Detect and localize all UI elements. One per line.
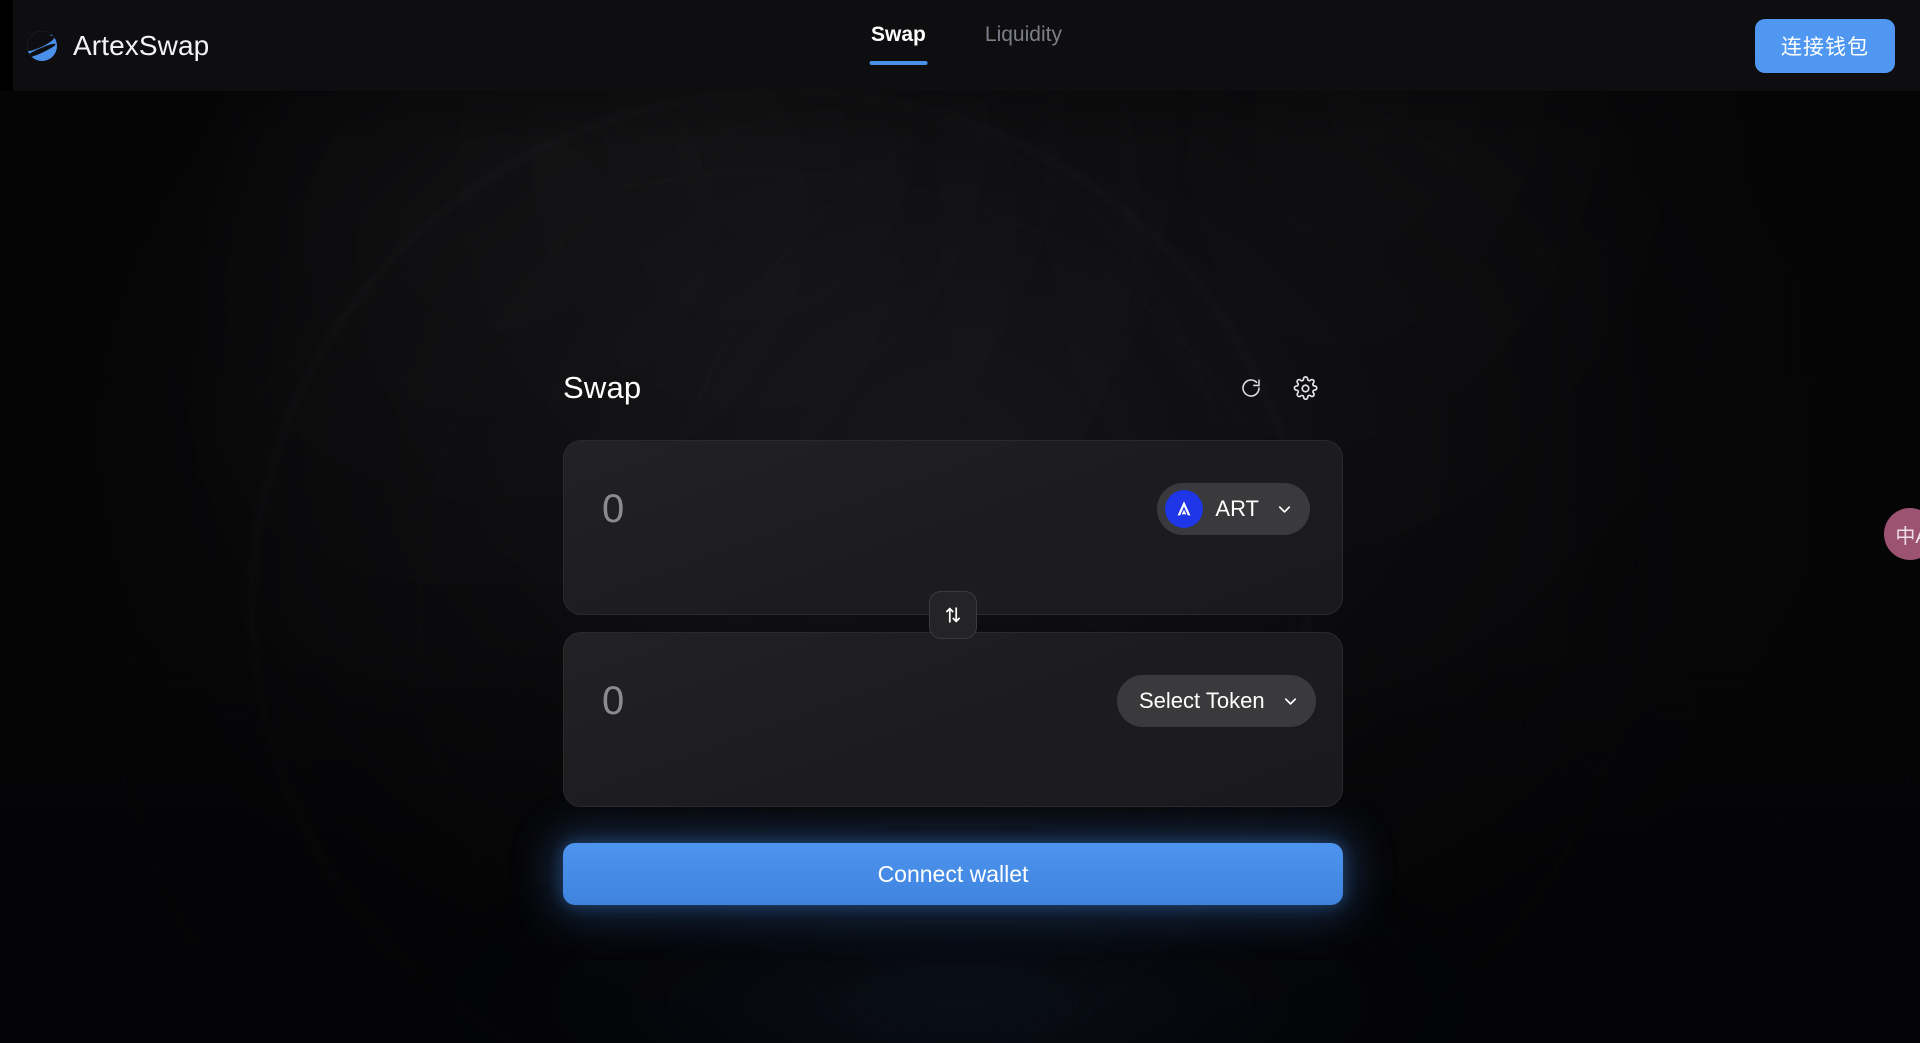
switch-tokens-button[interactable] — [929, 591, 977, 639]
swap-token-rows: ART Select Token — [563, 440, 1343, 807]
left-edge-gutter — [0, 0, 13, 91]
nav-tab-swap-label: Swap — [871, 22, 926, 46]
from-token-symbol: ART — [1215, 496, 1259, 521]
swap-panel-actions — [1237, 374, 1319, 402]
brand-name: ArtexSwap — [73, 29, 210, 61]
swap-from-row: ART — [563, 440, 1343, 615]
swap-vertical-arrows-icon — [945, 607, 961, 623]
settings-button[interactable] — [1291, 374, 1319, 402]
brand[interactable]: ArtexSwap — [25, 29, 209, 63]
swap-panel: Swap 0 ART 0 Select Token Connect wallet — [563, 370, 1343, 905]
header-connect-wallet-button[interactable]: 连接钱包 — [1755, 18, 1895, 73]
art-token-glyph — [1177, 501, 1191, 516]
to-token-symbol: Select Token — [1139, 688, 1265, 713]
nav-active-underline — [869, 60, 928, 65]
nav-tab-liquidity-label: Liquidity — [984, 22, 1062, 46]
swap-panel-header: Swap — [563, 370, 1343, 406]
art-token-logo — [1165, 490, 1204, 528]
app-root: ArtexSwap Swap Liquidity 连接钱包 Swap 0 ART… — [0, 0, 1920, 1043]
top-header-bar: ArtexSwap Swap Liquidity 连接钱包 — [13, 0, 1920, 91]
chevron-down-icon — [1284, 697, 1296, 705]
from-token-select-button[interactable]: ART — [1157, 483, 1310, 535]
translate-icon: 中A — [1895, 525, 1920, 548]
gear-icon — [1293, 375, 1318, 400]
nav-tab-liquidity[interactable]: Liquidity — [983, 15, 1064, 47]
to-token-select-button[interactable]: Select Token — [1117, 675, 1316, 727]
nav-tab-swap[interactable]: Swap — [869, 15, 928, 65]
connect-wallet-button[interactable]: Connect wallet — [563, 843, 1343, 905]
translate-widget-button[interactable]: 中A — [1884, 508, 1920, 560]
swap-panel-title: Swap — [563, 370, 642, 405]
refresh-button[interactable] — [1237, 374, 1265, 402]
chevron-down-icon — [1278, 505, 1291, 513]
refresh-icon — [1242, 379, 1260, 397]
swap-to-row: Select Token — [563, 632, 1343, 807]
from-amount-input[interactable] — [602, 483, 1158, 535]
to-amount-input[interactable] — [602, 675, 1117, 727]
artexswap-globe-logo — [27, 30, 57, 61]
main-nav: Swap Liquidity — [869, 15, 1064, 77]
